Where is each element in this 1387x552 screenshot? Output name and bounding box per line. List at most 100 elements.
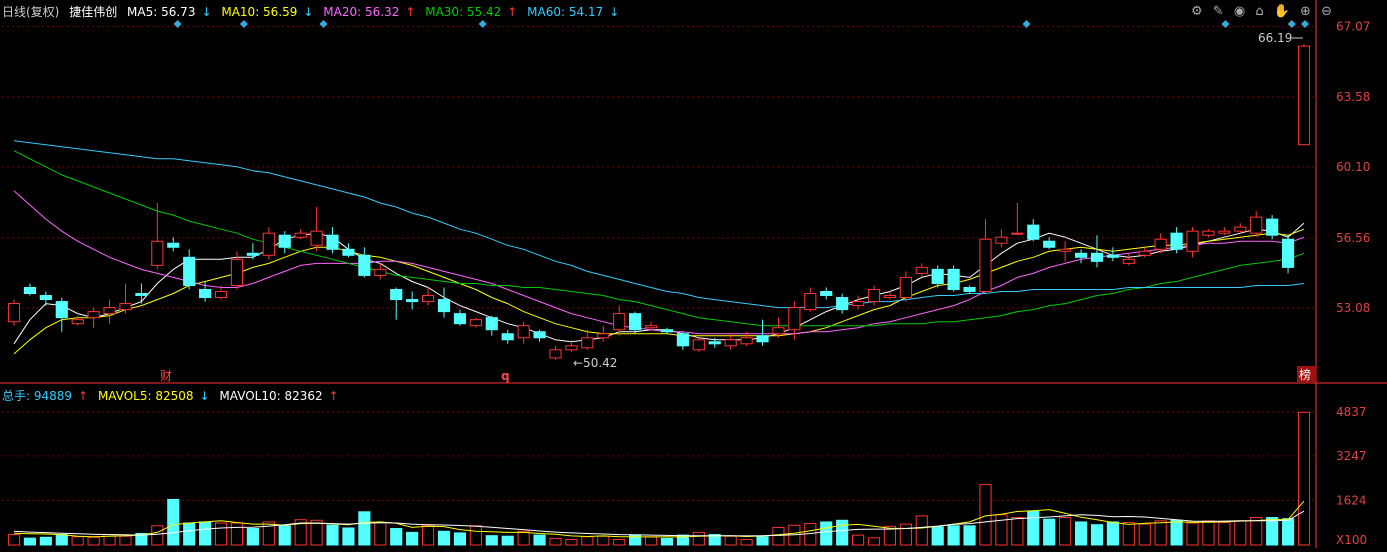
volume-bar — [979, 484, 992, 546]
candle-body — [1011, 232, 1024, 235]
candle-body — [278, 234, 291, 248]
candle-body — [1106, 254, 1119, 258]
volume-bar — [947, 525, 960, 546]
mavol10-label: MAVOL10: 82362 ↑ — [219, 389, 339, 403]
candle-body — [342, 248, 355, 256]
candle-body — [772, 327, 785, 335]
candle-body — [453, 313, 466, 325]
candle-body — [836, 297, 849, 311]
price-tick-label: 53.08 — [1336, 301, 1370, 315]
volume-bar — [995, 514, 1008, 546]
hand-icon[interactable]: ✋ — [1274, 4, 1290, 19]
candle-body — [135, 293, 148, 297]
volume-bar — [1027, 510, 1040, 546]
volume-bar — [437, 530, 451, 546]
candle-body — [756, 335, 769, 343]
candle-body — [310, 230, 323, 246]
candle-body — [214, 291, 228, 299]
volume-bar — [867, 537, 881, 546]
candle-body — [931, 268, 944, 284]
candle-body — [581, 337, 594, 349]
candle-body — [724, 339, 737, 347]
gear-icon[interactable]: ⚙ — [1191, 4, 1203, 19]
price-tick-label: 56.56 — [1336, 231, 1370, 245]
volume-bar — [167, 498, 180, 546]
candle-body — [485, 317, 498, 331]
candle-body — [119, 303, 132, 311]
candle-body — [437, 299, 451, 313]
price-legend: 日线(复权) 捷佳伟创 MA5: 56.73 ↓ MA10: 56.59 ↓ MA2… — [2, 3, 625, 20]
candle-body — [246, 252, 259, 256]
volume-bar — [644, 536, 658, 546]
volume-bar — [1218, 521, 1231, 546]
event-diamond-icon — [239, 20, 248, 28]
candle-body — [867, 288, 881, 303]
candle-body — [947, 268, 960, 290]
candle-body — [406, 299, 419, 303]
price-tick-label: 60.10 — [1336, 160, 1370, 174]
volume-bar — [1154, 520, 1167, 546]
event-diamond-icon — [478, 20, 487, 28]
price-tick-label: 67.07 — [1336, 20, 1370, 34]
candle-body — [1218, 230, 1231, 234]
candle-body — [390, 288, 403, 301]
volume-bar — [1138, 523, 1151, 546]
candle-body — [1297, 45, 1311, 146]
eye-icon[interactable]: ◉ — [1234, 4, 1245, 19]
kline-svg[interactable]: 67.07 63.58 60.10 56.56 53.08 4837 3247 1624 X10… — [0, 0, 1387, 548]
candle-body — [549, 349, 562, 359]
volume-bar — [1282, 518, 1295, 546]
zoom-out-icon[interactable]: ⊖ — [1321, 4, 1332, 19]
candle-body — [788, 307, 801, 331]
volume-bar — [1266, 517, 1279, 546]
high-price-label: 66.19 — [1258, 31, 1292, 45]
candle-body — [326, 234, 339, 250]
volume-tick-label: X100 — [1336, 533, 1367, 547]
candle-body — [597, 333, 610, 339]
candle-body — [183, 256, 196, 286]
period-label[interactable]: 日线(复权) — [2, 5, 59, 19]
stock-chart[interactable]: 67.07 63.58 60.10 56.56 53.08 4837 3247 1624 X10… — [0, 0, 1387, 548]
candle-body — [565, 345, 578, 351]
candle-body — [533, 331, 546, 339]
volume-bar — [1074, 521, 1088, 546]
volume-bar — [406, 531, 419, 546]
candle-body — [1282, 238, 1295, 268]
stock-name: 捷佳伟创 — [69, 5, 118, 19]
candle-body — [1059, 248, 1072, 252]
volume-bar — [453, 532, 466, 546]
candle-body — [1186, 230, 1199, 252]
volume-bar — [151, 525, 164, 546]
zoom-in-icon[interactable]: ⊕ — [1300, 4, 1311, 19]
volume-bar — [692, 531, 705, 546]
volume-bar — [87, 536, 100, 546]
event-diamond-icon — [173, 20, 182, 28]
candle-body — [469, 319, 482, 327]
volume-bar — [183, 522, 196, 546]
candle-body — [1043, 240, 1056, 248]
candle-body — [883, 295, 897, 299]
pencil-icon[interactable]: ✎ — [1213, 4, 1224, 19]
volume-bar — [390, 528, 403, 546]
candle-body — [660, 329, 674, 333]
volume-bar — [1090, 524, 1104, 546]
candle-body — [1154, 238, 1167, 250]
candle-body — [39, 295, 52, 301]
candle-body — [852, 301, 865, 307]
volume-bar — [1297, 411, 1311, 546]
candle-body — [501, 333, 514, 341]
volume-bar — [597, 535, 610, 546]
chart-toolbar: ⚙ ✎ ◉ ⌂ ✋ ⊕ ⊖ — [1185, 4, 1332, 19]
volume-bar — [119, 535, 132, 546]
trash-icon[interactable]: ⌂ — [1255, 4, 1263, 19]
volume-bar — [1059, 517, 1072, 546]
candle-body — [23, 286, 37, 295]
price-tick-label: 63.58 — [1336, 90, 1370, 104]
candle-body — [1250, 216, 1263, 234]
volume-bar — [820, 521, 833, 546]
volume-bar — [1122, 521, 1135, 546]
candle-body — [820, 291, 833, 297]
volume-bar — [740, 539, 753, 546]
volume-bar — [1011, 517, 1024, 546]
volume-bar — [7, 534, 21, 546]
